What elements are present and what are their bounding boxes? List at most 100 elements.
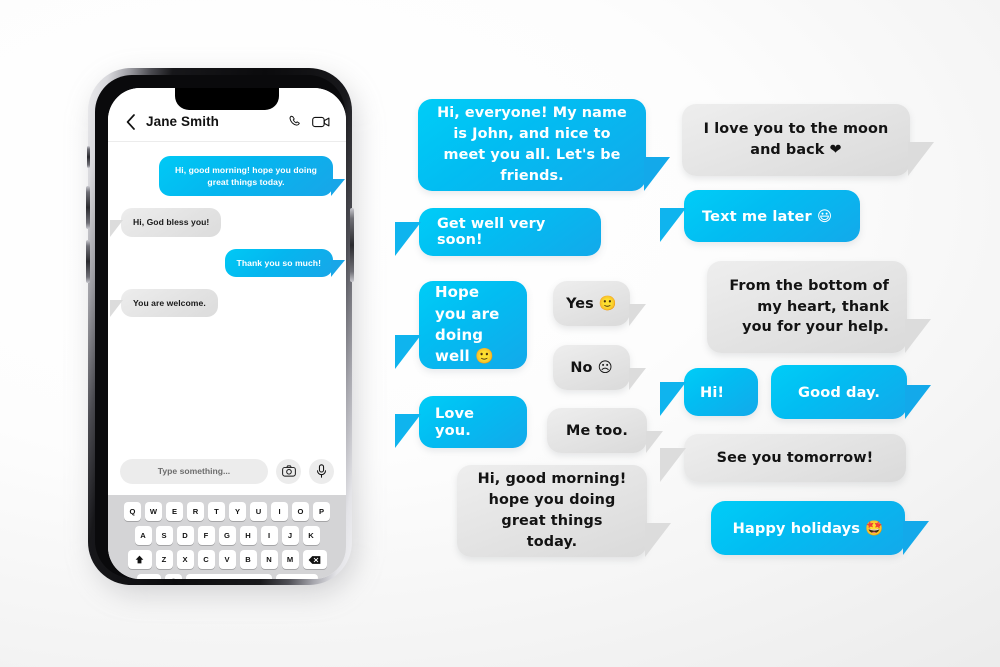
chat-bubble-get-well[interactable]: Get well very soon! xyxy=(395,208,601,256)
phone-screen: Jane Smith Hi, good morning! hope you do… xyxy=(108,88,346,579)
space-key[interactable]: space xyxy=(185,574,272,579)
chat-bubble-hope-you[interactable]: Hope you are doing well 🙂 xyxy=(395,281,527,369)
phone-message-list: Hi, good morning! hope you doing great t… xyxy=(108,142,346,447)
emoji-key[interactable] xyxy=(164,574,182,579)
key-w[interactable]: W xyxy=(145,502,162,521)
chat-bubble-thank-you[interactable]: From the bottom of my heart, thank you f… xyxy=(707,261,931,353)
chat-bubble-text: Hi! xyxy=(700,383,725,401)
phone-bezel: Jane Smith Hi, good morning! hope you do… xyxy=(95,75,346,579)
message-row: Hi, good morning! hope you doing great t… xyxy=(121,156,345,197)
chat-bubble-happy-holidays[interactable]: Happy holidays 🤩 xyxy=(711,501,929,555)
key-d[interactable]: D xyxy=(176,526,194,545)
message-input-bar: Type something... xyxy=(108,447,346,495)
shift-arrow-icon xyxy=(135,555,144,564)
chat-bubble-text: Hi, good morning! hope you doing great t… xyxy=(477,471,627,550)
call-button[interactable] xyxy=(288,114,303,129)
chat-bubble-moon-back[interactable]: I love you to the moon and back ❤ xyxy=(682,104,934,176)
key-h[interactable]: H xyxy=(239,526,257,545)
video-call-button[interactable] xyxy=(312,115,330,129)
phone-mockup: Jane Smith Hi, good morning! hope you do… xyxy=(86,68,360,595)
phone-icon xyxy=(289,115,300,126)
key-v[interactable]: V xyxy=(218,550,236,569)
chat-bubble-text: I love you to the moon and back ❤ xyxy=(703,121,889,158)
message-input[interactable]: Type something... xyxy=(120,458,268,484)
microphone-button[interactable] xyxy=(309,458,334,484)
return-key[interactable]: return xyxy=(275,574,318,579)
back-button[interactable] xyxy=(122,111,138,133)
chat-bubble-see-you-tomorrow[interactable]: See you tomorrow! xyxy=(660,434,906,482)
message-bubble-incoming[interactable]: You are welcome. xyxy=(110,288,218,318)
message-bubble-outgoing[interactable]: Hi, good morning! hope you doing great t… xyxy=(159,156,345,197)
key-z[interactable]: Z xyxy=(155,550,173,569)
key-x[interactable]: X xyxy=(176,550,194,569)
key-m[interactable]: M xyxy=(281,550,299,569)
backspace-key[interactable] xyxy=(302,550,327,569)
message-row: Hi, God bless you! xyxy=(109,208,333,237)
chat-bubble-text: Yes 🙂 xyxy=(566,296,617,312)
volume-up-button[interactable] xyxy=(86,186,90,229)
message-bubble-incoming[interactable]: Hi, God bless you! xyxy=(109,208,222,237)
chat-bubble-text: Get well very soon! xyxy=(437,216,546,248)
message-row: Thank you so much! xyxy=(121,248,346,278)
key-f[interactable]: F xyxy=(197,526,215,545)
key-y[interactable]: Y xyxy=(229,502,246,521)
chat-bubble-yes[interactable]: Yes 🙂 xyxy=(553,281,646,326)
chat-bubble-text: Hi, everyone! My name is John, and nice … xyxy=(437,105,627,184)
silent-switch-button[interactable] xyxy=(87,146,90,168)
key-i2[interactable]: I xyxy=(260,526,278,545)
chat-bubble-hi[interactable]: Hi! xyxy=(660,368,758,416)
chat-bubble-intro[interactable]: Hi, everyone! My name is John, and nice … xyxy=(418,99,670,191)
key-n[interactable]: N xyxy=(260,550,278,569)
keyboard-row-1: Q W E R T Y U I O P xyxy=(112,502,342,521)
key-s[interactable]: S xyxy=(155,526,173,545)
chat-bubble-good-day[interactable]: Good day. xyxy=(771,365,931,419)
chat-bubble-me-too[interactable]: Me too. xyxy=(547,408,663,453)
chat-bubble-text: No ☹ xyxy=(570,359,613,376)
message-row: You are welcome. xyxy=(110,288,333,318)
chat-bubble-love-you[interactable]: Love you. xyxy=(395,396,527,448)
chevron-left-icon xyxy=(126,113,135,130)
keyboard-row-2: A S D F G H I J K xyxy=(112,526,342,545)
camera-icon xyxy=(281,465,296,477)
chat-bubble-text-me-later[interactable]: Text me later 😃 xyxy=(660,190,860,242)
numeric-key[interactable]: 123 xyxy=(136,574,161,579)
chat-bubble-text: Good day. xyxy=(797,383,881,401)
key-p[interactable]: P xyxy=(313,502,330,521)
key-r[interactable]: R xyxy=(187,502,204,521)
key-b[interactable]: B xyxy=(239,550,257,569)
smiley-face-icon xyxy=(171,578,175,579)
phone-notch xyxy=(175,88,279,110)
key-q[interactable]: Q xyxy=(124,502,141,521)
video-camera-icon xyxy=(312,116,330,127)
key-u[interactable]: U xyxy=(250,502,267,521)
shift-key[interactable] xyxy=(127,550,152,569)
chat-bubble-good-morning[interactable]: Hi, good morning! hope you doing great t… xyxy=(457,465,671,557)
chat-bubble-text: Love you. xyxy=(435,405,475,439)
key-g[interactable]: G xyxy=(218,526,236,545)
key-e[interactable]: E xyxy=(166,502,183,521)
chat-bubble-no[interactable]: No ☹ xyxy=(553,345,646,390)
microphone-icon xyxy=(316,464,327,478)
message-bubble-outgoing[interactable]: Thank you so much! xyxy=(224,248,346,278)
chat-bubble-text: Text me later 😃 xyxy=(702,207,833,225)
keyboard-row-4: 123 space return xyxy=(112,574,342,579)
key-a[interactable]: A xyxy=(134,526,152,545)
key-k[interactable]: K xyxy=(302,526,320,545)
volume-down-button[interactable] xyxy=(86,240,90,283)
header-actions xyxy=(288,114,330,129)
key-i[interactable]: I xyxy=(271,502,288,521)
chat-bubble-text: Me too. xyxy=(566,422,628,439)
power-button[interactable] xyxy=(350,208,354,282)
chat-bubble-text: Hope you are doing well 🙂 xyxy=(435,283,500,366)
chat-bubble-text: From the bottom of my heart, thank you f… xyxy=(729,277,889,336)
chat-bubble-text: See you tomorrow! xyxy=(716,450,874,466)
contact-name: Jane Smith xyxy=(146,114,220,129)
virtual-keyboard: Q W E R T Y U I O P A S D F G H I J K Z … xyxy=(108,495,346,579)
key-t[interactable]: T xyxy=(208,502,225,521)
key-j[interactable]: J xyxy=(281,526,299,545)
key-o[interactable]: O xyxy=(292,502,309,521)
chat-bubble-text: Happy holidays 🤩 xyxy=(732,520,884,537)
camera-button[interactable] xyxy=(276,458,301,484)
key-c[interactable]: C xyxy=(197,550,215,569)
phone-frame: Jane Smith Hi, good morning! hope you do… xyxy=(86,68,354,585)
